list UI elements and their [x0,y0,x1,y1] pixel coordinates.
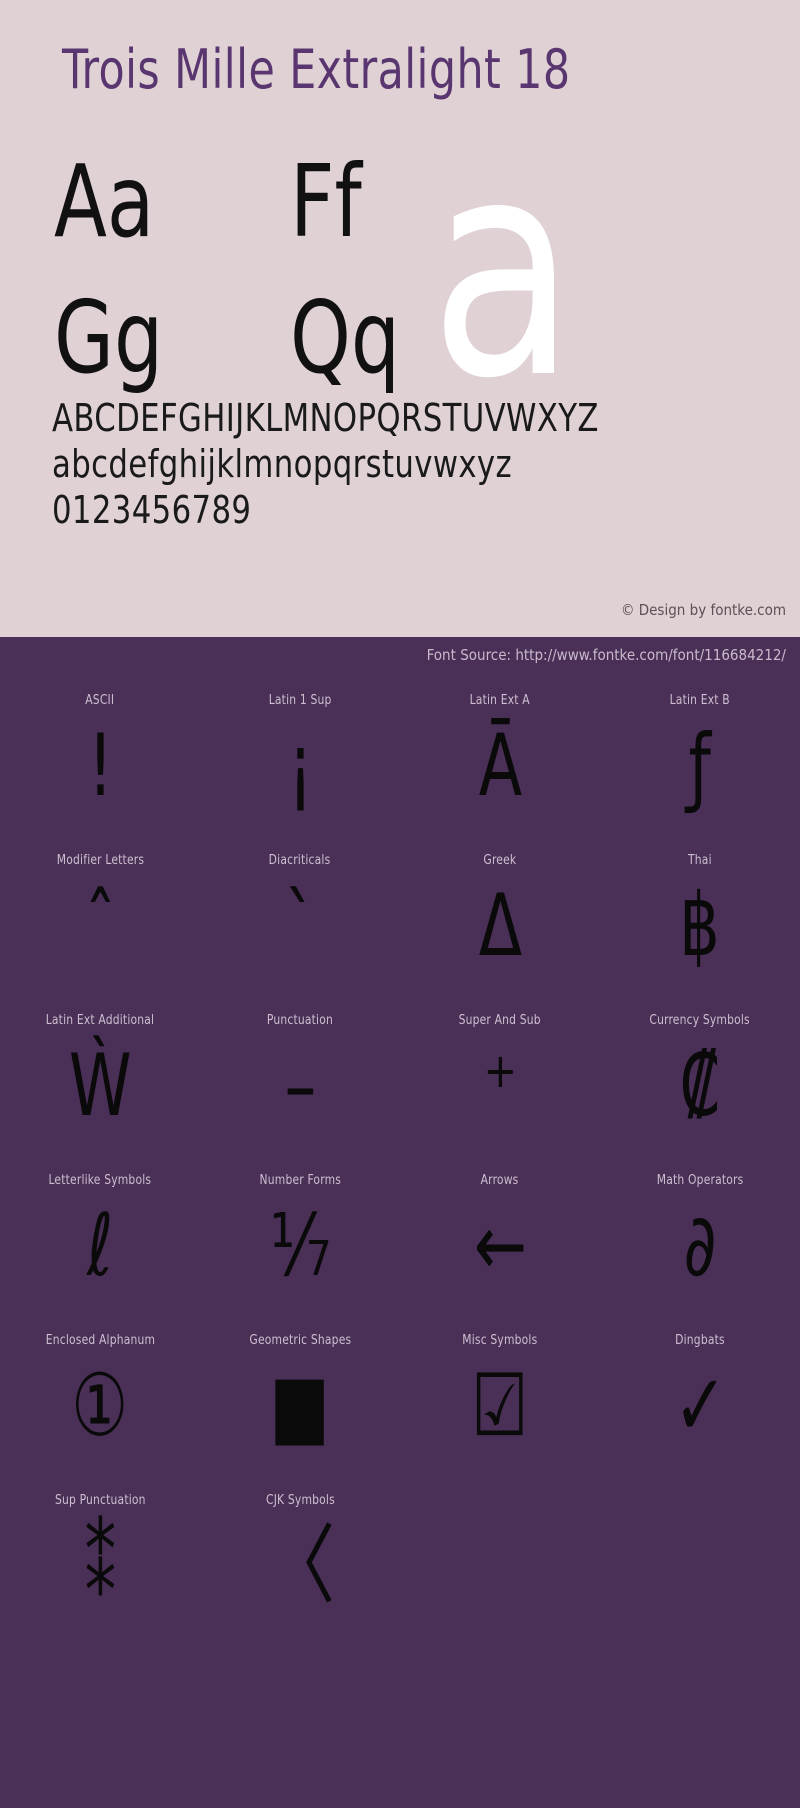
unicode-block-glyph: Ā [478,716,522,816]
unicode-block-cell[interactable]: Diacriticals ` [200,837,400,997]
unicode-block-label: Geometric Shapes [249,1333,351,1348]
unicode-block-label: Misc Symbols [462,1333,538,1348]
unicode-block-label: ASCII [85,693,115,708]
unicode-block-cell[interactable]: Arrows ← [400,1157,600,1317]
font-specimen-page: Trois Mille Extralight 18 Aa Ff Gg Qq a … [0,0,800,1808]
letter-pair-qq: Qq [290,279,401,396]
unicode-block-glyph: ⁺ [483,1036,517,1136]
unicode-block-label: Thai [688,853,712,868]
unicode-block-label: Dingbats [675,1333,725,1348]
unicode-blocks-grid: ASCII! Latin 1 Sup ¡ Latin Ext A Ā Latin Ext … [0,677,800,1637]
page-title: Trois Mille Extralight 18 [62,38,571,101]
unicode-block-label: Punctuation [266,1013,334,1028]
letter-pair-aa: Aa [54,143,155,260]
font-source-link[interactable]: Font Source: http://www.fontke.com/font/… [427,646,786,664]
unicode-blocks-panel: Font Source: http://www.fontke.com/font/… [0,637,800,1808]
unicode-block-glyph: Δ [478,876,522,976]
unicode-block-label: Number Forms [259,1173,341,1188]
unicode-block-glyph: ƒ [688,716,712,816]
unicode-block-label: CJK Symbols [265,1493,335,1508]
unicode-block-cell[interactable]: Punctuation – [200,997,400,1157]
alphabet-lowercase: abcdefghijklmnopqrstuvwxyz [52,442,513,486]
design-credit: © Design by fontke.com [620,601,786,619]
unicode-block-cell[interactable]: Latin 1 Sup ¡ [200,677,400,837]
unicode-block-glyph: ˆ [84,876,116,976]
unicode-block-label: Arrows [481,1173,519,1188]
unicode-block-label: Modifier Letters [56,853,144,868]
unicode-block-glyph: ⅐ [269,1196,331,1296]
unicode-block-glyph: ฿ [679,876,721,976]
unicode-block-glyph: Ẁ [68,1036,132,1136]
unicode-block-label: Sup Punctuation [54,1493,146,1508]
unicode-block-cell[interactable]: Number Forms ⅐ [200,1157,400,1317]
unicode-block-label: Enclosed Alphanum [45,1333,155,1348]
unicode-block-glyph: ! [87,716,113,816]
unicode-block-glyph: – [284,1036,316,1136]
unicode-block-cell[interactable]: Modifier Letters ˆ [0,837,200,997]
unicode-block-label: Math Operators [656,1173,744,1188]
unicode-block-glyph: ✓ [673,1356,727,1456]
unicode-block-cell[interactable]: Misc Symbols ☑ [400,1317,600,1477]
unicode-block-glyph: ¡ [287,716,313,816]
unicode-block-glyph: ∂ [683,1196,717,1296]
unicode-block-glyph: ☑ [471,1356,529,1456]
unicode-block-glyph: ℓ [86,1196,114,1296]
giant-glyph-a: a [430,120,576,430]
unicode-block-cell[interactable]: Latin Ext B ƒ [600,677,800,837]
unicode-block-cell[interactable]: Super And Sub ⁺ [400,997,600,1157]
unicode-block-cell[interactable]: Latin Ext Additional Ẁ [0,997,200,1157]
unicode-block-glyph: ① [71,1356,129,1456]
unicode-block-cell[interactable]: ASCII! [0,677,200,837]
alphabet-uppercase: ABCDEFGHIJKLMNOPQRSTUVWXYZ [52,396,599,440]
unicode-block-label: Greek [483,853,517,868]
unicode-block-cell[interactable]: Currency Symbols ₡ [600,997,800,1157]
unicode-block-glyph: ₡ [679,1036,721,1136]
unicode-block-cell[interactable]: Sup Punctuation ⁑ [0,1477,200,1637]
unicode-block-cell[interactable]: Letterlike Symbols ℓ [0,1157,200,1317]
unicode-block-cell[interactable]: Geometric Shapes ■ [200,1317,400,1477]
unicode-block-label: Latin Ext B [669,693,731,708]
alphabet-block: ABCDEFGHIJKLMNOPQRSTUVWXYZ abcdefghijklm… [52,398,772,536]
unicode-block-cell[interactable]: CJK Symbols 〈 [200,1477,400,1637]
unicode-block-glyph: ` [284,876,316,976]
unicode-block-glyph: ⁑ [84,1516,116,1616]
unicode-block-label: Latin 1 Sup [268,693,332,708]
unicode-block-cell[interactable]: Math Operators ∂ [600,1157,800,1317]
unicode-block-cell[interactable]: Latin Ext A Ā [400,677,600,837]
unicode-block-label: Diacriticals [269,853,331,868]
unicode-block-label: Super And Sub [458,1013,542,1028]
alphabet-digits: 0123456789 [52,488,252,532]
unicode-block-cell[interactable]: Dingbats ✓ [600,1317,800,1477]
unicode-block-label: Latin Ext A [469,693,531,708]
letter-pair-ff: Ff [290,143,362,260]
unicode-block-cell[interactable]: Greek Δ [400,837,600,997]
unicode-block-glyph: ← [473,1196,527,1296]
unicode-block-label: Letterlike Symbols [48,1173,152,1188]
unicode-block-glyph: ■ [270,1356,330,1456]
unicode-block-cell[interactable]: Thai ฿ [600,837,800,997]
letter-pair-gg: Gg [54,279,164,396]
unicode-block-glyph: 〈 [264,1516,336,1616]
unicode-block-label: Latin Ext Additional [45,1013,155,1028]
unicode-block-label: Currency Symbols [649,1013,751,1028]
specimen-panel: Trois Mille Extralight 18 Aa Ff Gg Qq a … [0,0,800,637]
unicode-block-cell[interactable]: Enclosed Alphanum ① [0,1317,200,1477]
